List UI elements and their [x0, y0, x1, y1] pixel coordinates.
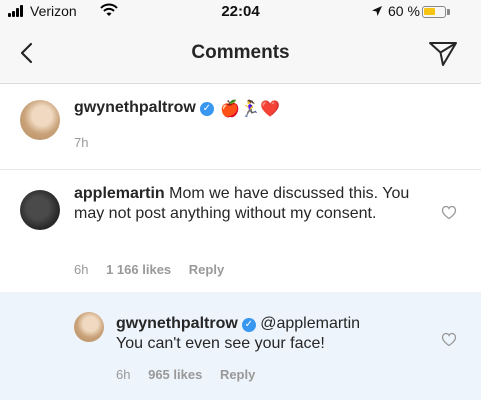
battery-level-fill [424, 8, 435, 15]
mention-link[interactable]: @applemartin [260, 315, 360, 332]
caption-emojis: 🍎🏃‍♀️❤️ [220, 101, 280, 118]
battery-nub [447, 9, 450, 15]
battery-icon [422, 6, 446, 18]
page-title: Comments [191, 42, 290, 63]
battery-percent: 60 % [388, 3, 420, 19]
comment-time: 6h [74, 262, 89, 277]
comment-reply-item: gwynethpaltrow ✓ @applemartin You can't e… [0, 292, 481, 400]
navigation-bar: Comments [0, 24, 481, 84]
paper-plane-icon[interactable] [426, 38, 460, 68]
reply-button[interactable]: Reply [189, 262, 224, 277]
status-bar: Verizon 22:04 60 % [0, 0, 481, 24]
heart-like-icon[interactable] [441, 205, 457, 220]
heart-like-icon[interactable] [441, 332, 457, 347]
caption-time: 7h [74, 135, 89, 150]
comment-meta: 6h 965 likes Reply [116, 367, 269, 382]
comment-time: 6h [116, 367, 131, 382]
likes-count[interactable]: 965 likes [148, 367, 202, 382]
avatar[interactable] [20, 100, 60, 140]
avatar[interactable] [20, 190, 60, 230]
username-link[interactable]: applemartin [74, 185, 165, 202]
verified-badge-icon: ✓ [199, 102, 214, 116]
comment-text: applemartin Mom we have discussed this. … [74, 184, 424, 224]
comment-body: You can't even see your face! [116, 335, 325, 352]
verified-badge-icon: ✓ [241, 318, 256, 332]
username-link[interactable]: gwynethpaltrow [74, 99, 196, 116]
comment-item: applemartin Mom we have discussed this. … [0, 170, 481, 291]
reply-button[interactable]: Reply [220, 367, 255, 382]
comment-meta: 6h 1 166 likes Reply [74, 262, 238, 277]
location-arrow-icon [372, 6, 382, 16]
caption-line: gwynethpaltrow ✓ 🍎🏃‍♀️❤️ [74, 99, 280, 119]
username-link[interactable]: gwynethpaltrow [116, 315, 238, 332]
post-caption: gwynethpaltrow ✓ 🍎🏃‍♀️❤️ 7h [0, 85, 481, 170]
avatar[interactable] [74, 312, 104, 342]
likes-count[interactable]: 1 166 likes [106, 262, 171, 277]
comment-text: gwynethpaltrow ✓ @applemartin You can't e… [116, 314, 426, 354]
